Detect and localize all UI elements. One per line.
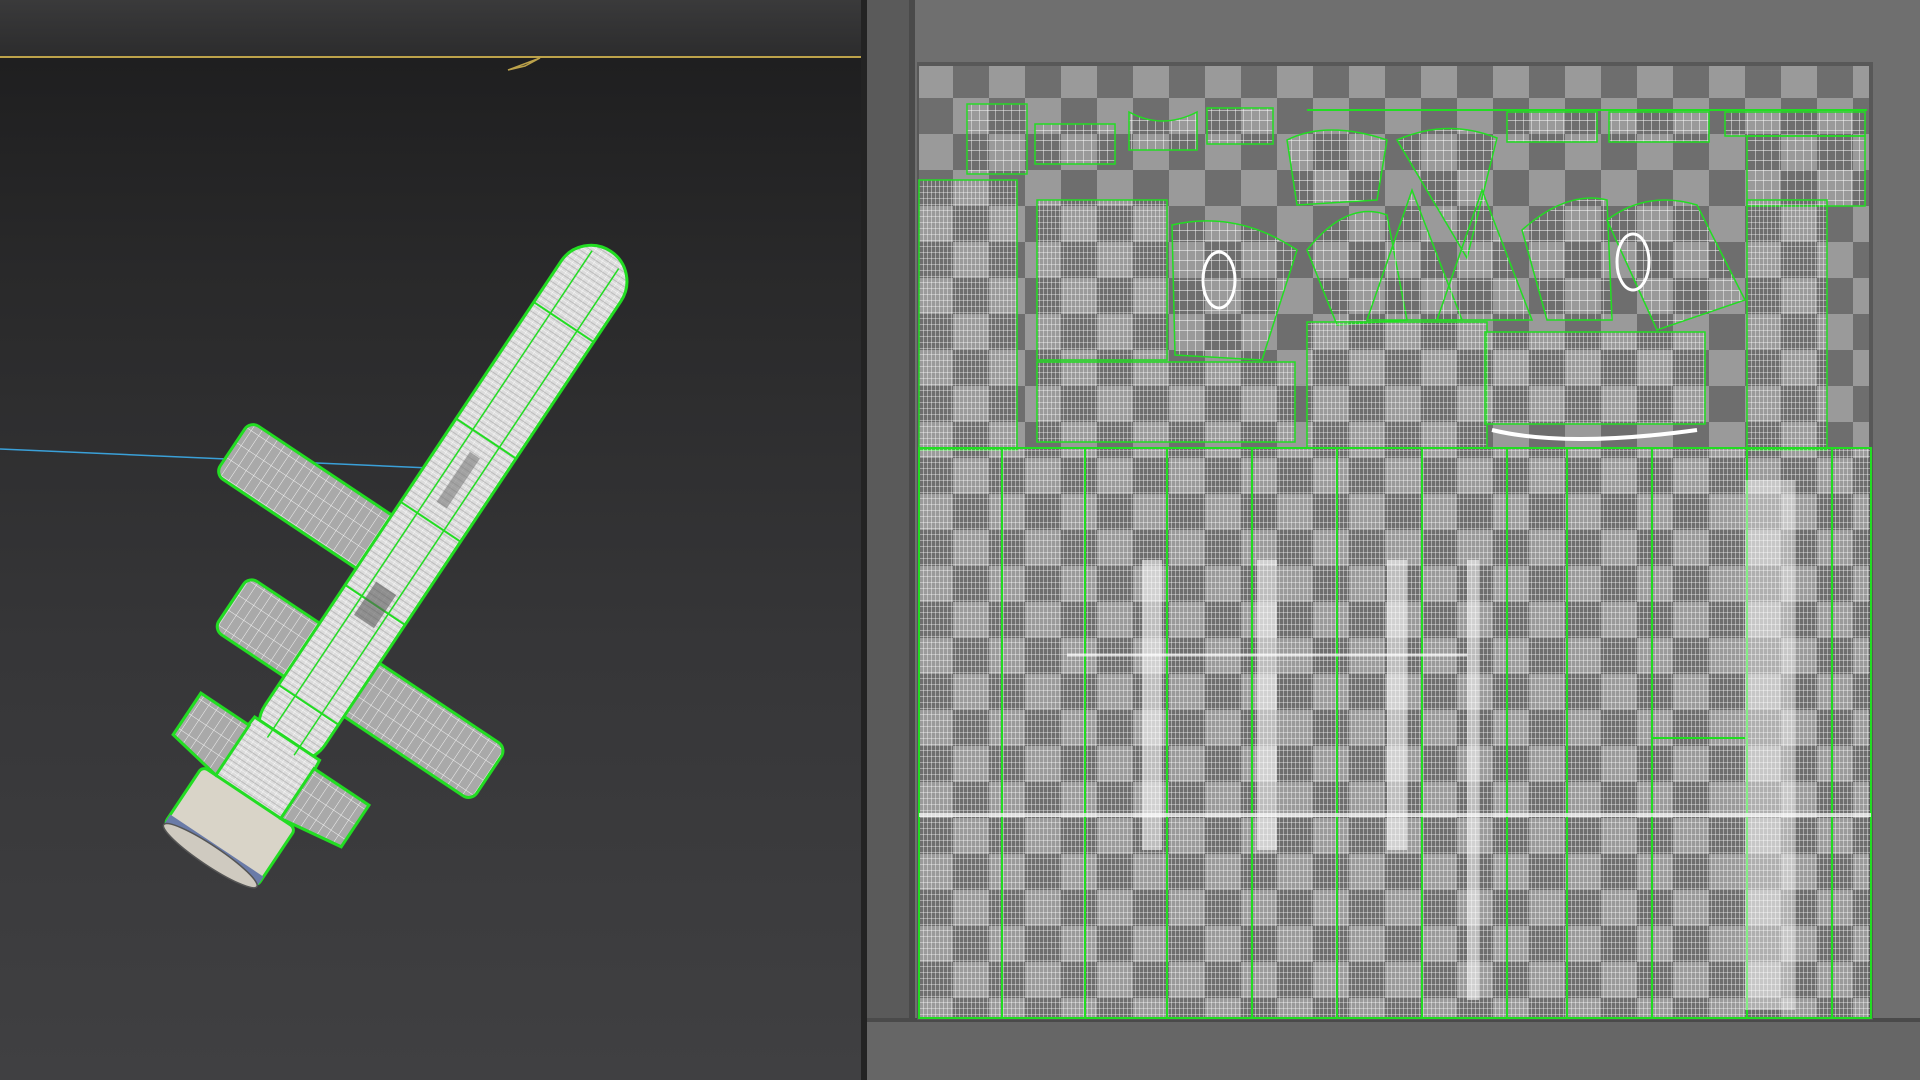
viewcube-icon[interactable] [507,57,541,71]
uv-shell-left-column[interactable] [918,179,1018,451]
uv-canvas[interactable] [867,0,1920,1080]
uv-shells-bottom[interactable] [918,447,1872,1019]
viewport-canvas[interactable] [0,0,861,1080]
missile-model[interactable] [32,137,768,968]
perspective-viewport[interactable] [0,0,861,1080]
uv-editor-panel[interactable] [867,0,1920,1080]
world-axis-line [0,448,431,469]
